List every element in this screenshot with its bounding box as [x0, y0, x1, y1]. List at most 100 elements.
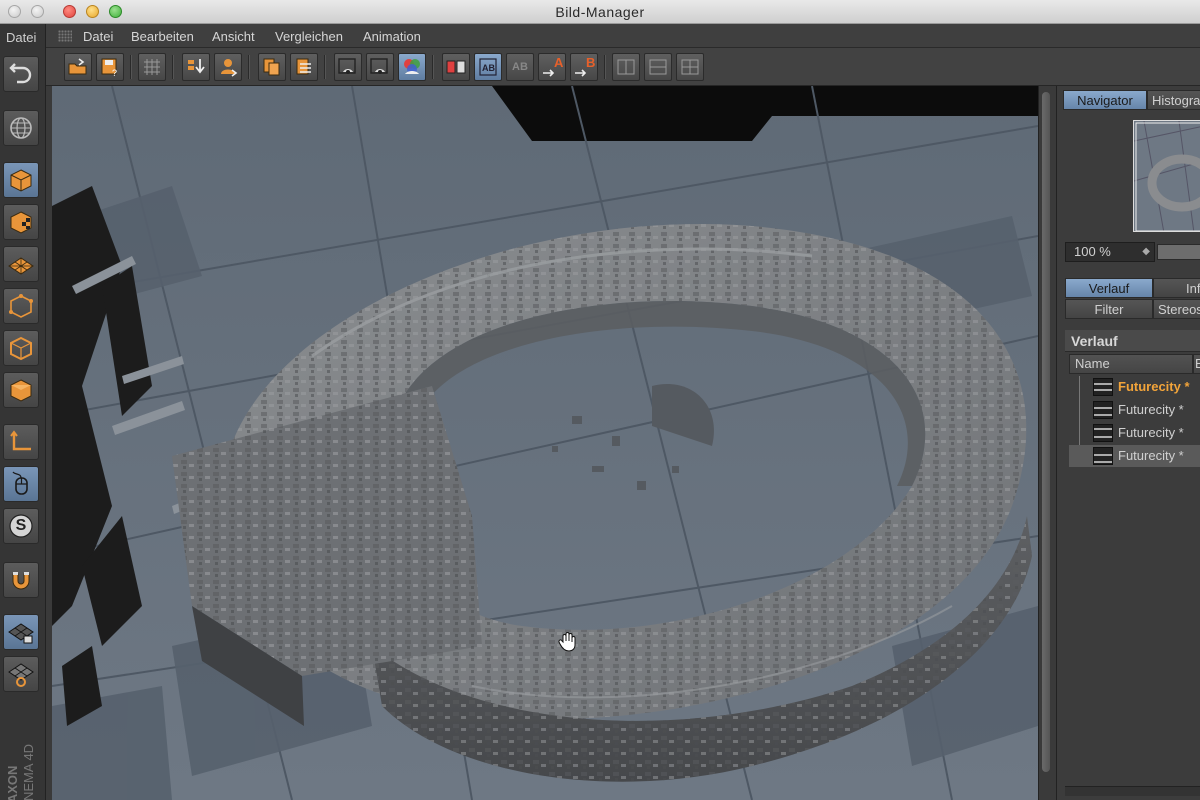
history-item[interactable]: Futurecity * — [1069, 399, 1200, 421]
snap-label: S — [15, 517, 27, 534]
image-viewport[interactable] — [52, 86, 1038, 800]
tab-histogramm[interactable]: Histogramm — [1147, 90, 1200, 110]
undo-button[interactable] — [3, 56, 39, 92]
compare-ab-button[interactable] — [442, 53, 470, 81]
globe-button[interactable] — [3, 110, 39, 146]
cube-icon — [10, 169, 32, 192]
compare-b-label: B — [586, 55, 596, 70]
compare-top-button[interactable] — [644, 53, 672, 81]
set-b-button[interactable]: B — [570, 53, 598, 81]
history-horizontal-scrollbar[interactable] — [1065, 786, 1200, 796]
edges-mode-button[interactable] — [3, 330, 39, 366]
tab-filter[interactable]: Filter — [1065, 299, 1153, 319]
points-cube-icon — [9, 294, 33, 318]
save-button[interactable]: ? — [96, 53, 124, 81]
checker-cube-icon — [10, 211, 32, 234]
eye-frame-alt-icon — [370, 58, 388, 74]
compare-ab-text-button[interactable]: AB — [506, 53, 534, 81]
history-item[interactable]: Futurecity * — [1069, 422, 1200, 444]
export-user-button[interactable] — [214, 53, 242, 81]
axis-mode-button[interactable] — [3, 424, 39, 460]
copy-doc-icon — [263, 58, 280, 76]
toolbar-separator — [248, 55, 249, 79]
locked-grid-icon — [8, 623, 34, 644]
workplane-align-button[interactable] — [3, 656, 39, 692]
grid-refresh-icon — [8, 663, 34, 687]
svg-text:AB: AB — [482, 63, 495, 73]
view-color-button[interactable] — [398, 53, 426, 81]
history-thumbnail — [1093, 424, 1113, 442]
view-region-button[interactable] — [334, 53, 362, 81]
layers-down-icon — [188, 59, 205, 74]
right-panel: Navigator Histogramm 100 % ◆ Verlauf Inf… — [1056, 86, 1200, 800]
tweak-mode-button[interactable] — [3, 466, 39, 502]
paste-image-button[interactable] — [290, 53, 318, 81]
column-header-name[interactable]: Name — [1069, 354, 1193, 374]
navigator-thumbnail[interactable] — [1133, 120, 1200, 232]
history-item-label: Futurecity * — [1118, 425, 1184, 440]
points-mode-button[interactable] — [3, 288, 39, 324]
tab-stereoskopie[interactable]: Stereoskopie — [1153, 299, 1200, 319]
ab-label: AB — [512, 61, 528, 73]
menu-bearbeiten[interactable]: Bearbeiten — [131, 29, 194, 44]
eye-frame-icon — [338, 58, 356, 74]
set-a-button[interactable]: A — [538, 53, 566, 81]
undo-icon — [9, 63, 32, 84]
compare-grid-button[interactable] — [676, 53, 704, 81]
model-mode-button[interactable] — [3, 162, 39, 198]
history-item[interactable]: Futurecity * — [1069, 376, 1200, 398]
section-title-verlauf: Verlauf — [1065, 330, 1200, 352]
globe-icon — [10, 117, 32, 139]
history-item-label: Futurecity * — [1118, 379, 1190, 394]
multipass-button[interactable] — [138, 53, 166, 81]
tab-navigator[interactable]: Navigator — [1063, 90, 1147, 110]
polygons-mode-button[interactable] — [3, 372, 39, 408]
menu-animation[interactable]: Animation — [363, 29, 421, 44]
texture-mode-button[interactable] — [3, 204, 39, 240]
menu-datei[interactable]: Datei — [83, 29, 113, 44]
compare-side-button[interactable] — [612, 53, 640, 81]
top-compare-icon — [649, 59, 667, 75]
snap-button[interactable]: S — [3, 508, 39, 544]
tab-verlauf[interactable]: Verlauf — [1065, 278, 1153, 298]
open-button[interactable] — [64, 53, 92, 81]
main-menu-datei[interactable]: Datei — [6, 30, 36, 45]
viewport-vertical-scrollbar[interactable] — [1038, 86, 1052, 800]
menu-bar: Datei Bearbeiten Ansicht Vergleichen Ani… — [46, 24, 1200, 48]
magnet-icon — [12, 572, 30, 590]
history-item-label: Futurecity * — [1118, 402, 1184, 417]
zoom-stepper-icon[interactable]: ◆ — [1142, 243, 1150, 261]
magnet-button[interactable] — [3, 562, 39, 598]
grid-icon — [144, 59, 160, 75]
brand-maxon: MAXON — [5, 765, 20, 800]
column-header-b[interactable]: B — [1193, 354, 1200, 374]
import-layers-button[interactable] — [182, 53, 210, 81]
toolbar-separator — [604, 55, 605, 79]
toolbar-separator — [130, 55, 131, 79]
history-item[interactable]: Futurecity * — [1069, 445, 1200, 467]
compare-split-icon — [446, 60, 466, 74]
ab-overlay-icon: AB — [479, 58, 497, 76]
paste-doc-icon — [296, 58, 311, 75]
scrollbar-thumb[interactable] — [1042, 92, 1050, 772]
compare-a-label: A — [554, 55, 564, 70]
toolbar-separator — [172, 55, 173, 79]
copy-image-button[interactable] — [258, 53, 286, 81]
view-region-alt-button[interactable] — [366, 53, 394, 81]
tab-info[interactable]: Info — [1153, 278, 1200, 298]
toolbar-separator — [432, 55, 433, 79]
zoom-field[interactable]: 100 % ◆ — [1065, 242, 1155, 262]
locked-workplane-button[interactable] — [3, 614, 39, 650]
history-thumbnail — [1093, 378, 1113, 396]
zoom-value: 100 % — [1074, 244, 1111, 259]
save-icon: ? — [101, 58, 117, 78]
menu-grip-icon[interactable] — [58, 30, 72, 42]
zoom-slider[interactable] — [1157, 244, 1200, 260]
svg-text:?: ? — [112, 68, 117, 78]
menu-vergleichen[interactable]: Vergleichen — [275, 29, 343, 44]
edges-cube-icon — [10, 336, 32, 361]
open-folder-icon — [68, 58, 87, 75]
workplane-button[interactable] — [3, 246, 39, 282]
compare-overlay-button[interactable]: AB — [474, 53, 502, 81]
menu-ansicht[interactable]: Ansicht — [212, 29, 255, 44]
